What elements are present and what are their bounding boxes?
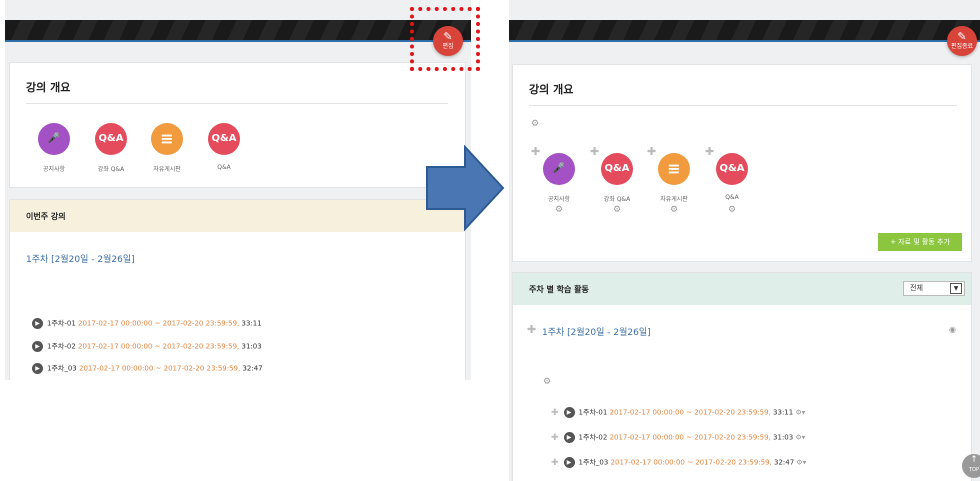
lecture-row[interactable]: ▶ 1주차-01 2017-02-17 00:00:00 ~ 2017-02-20… [32, 318, 262, 329]
transition-arrow-icon [426, 145, 505, 231]
overview-card: 강의 개요 🎤 공지사항 Q&A 강좌 Q&A ≡ 자유게시판 Q&A Q&A [9, 62, 466, 188]
wrench-icon: ✎ [957, 30, 967, 43]
divider [26, 103, 448, 104]
this-week-card: 이번주 강의 1주차 [2월20일 - 2월26일] ▶ 1주차-01 2017-… [9, 199, 466, 380]
move-plus-icon[interactable]: ✚ [551, 458, 559, 468]
arrow-up-icon: ↑ [970, 455, 978, 465]
free-board-list-icon[interactable]: ≡ [658, 153, 690, 185]
this-week-title: 이번주 강의 [26, 212, 66, 221]
play-icon[interactable]: ▶ [32, 363, 43, 374]
edit-done-label: 편집종료 [950, 43, 974, 50]
course-qa-icon[interactable]: Q&A [95, 123, 127, 155]
notice-microphone-icon[interactable]: 🎤 [38, 123, 70, 155]
free-board-list-icon[interactable]: ≡ [151, 123, 183, 155]
before-screen: ✎ 편집 강의 개요 🎤 공지사항 Q&A 강좌 Q&A ≡ 자유게시판 Q&A… [5, 0, 471, 380]
week-filter-select[interactable]: 전체 ▼ [903, 281, 965, 296]
icon-label: Q&A [217, 164, 231, 171]
gear-icon[interactable]: ⚙ [531, 119, 539, 129]
qa-icon[interactable]: Q&A [208, 123, 240, 155]
overview-card: 강의 개요 ⚙ ✚ 🎤 공지사항 ⚙ ✚ Q&A 강좌 Q&A ⚙ ✚ ≡ 자유… [512, 64, 972, 262]
play-icon[interactable]: ▶ [563, 457, 575, 468]
move-plus-icon[interactable]: ✚ [590, 145, 599, 158]
edit-button-highlight [410, 7, 480, 71]
gear-icon[interactable]: ⚙ [613, 205, 621, 215]
eye-icon[interactable]: ◉ [949, 325, 956, 334]
top-bar [509, 20, 980, 42]
gear-icon[interactable]: ⚙ [670, 205, 678, 215]
play-icon[interactable]: ▶ [563, 407, 575, 418]
move-plus-icon[interactable]: ✚ [551, 433, 559, 443]
move-plus-icon[interactable]: ✚ [531, 145, 540, 158]
weekly-activities-card: 주차 별 학습 활동 전체 ▼ ✚ 1주차 [2월20일 - 2월26일] ◉ … [512, 272, 972, 481]
gear-dropdown-icon[interactable]: ⚙▾ [796, 459, 806, 467]
gear-icon[interactable]: ⚙ [555, 205, 563, 215]
move-plus-icon[interactable]: ✚ [551, 408, 559, 418]
gear-dropdown-icon[interactable]: ⚙▾ [795, 434, 805, 442]
move-plus-icon[interactable]: ✚ [527, 323, 536, 336]
chevron-down-icon: ▼ [950, 283, 962, 294]
gear-dropdown-icon[interactable]: ⚙▾ [795, 409, 805, 417]
course-qa-icon[interactable]: Q&A [601, 153, 633, 185]
icon-label: 공지사항 [547, 196, 571, 203]
edit-done-button[interactable]: ✎ 편집종료 [947, 26, 977, 56]
overview-title: 강의 개요 [529, 83, 574, 96]
lecture-row[interactable]: ✚ ▶ 1주차-01 2017-02-17 00:00:00 ~ 2017-02-2… [551, 407, 805, 418]
qa-icon[interactable]: Q&A [716, 153, 748, 185]
play-icon[interactable]: ▶ [32, 341, 43, 352]
gear-icon[interactable]: ⚙ [543, 377, 551, 387]
add-resource-button[interactable]: + 자료 및 활동 추가 [878, 233, 962, 251]
top-bar [5, 20, 471, 42]
weekly-activities-title: 주차 별 학습 활동 [529, 285, 589, 294]
icon-label: 자유게시판 [153, 166, 181, 173]
icon-label: Q&A [725, 194, 739, 201]
after-screen: ✎ 편집종료 강의 개요 ⚙ ✚ 🎤 공지사항 ⚙ ✚ Q&A 강좌 Q&A ⚙… [509, 0, 980, 481]
scroll-top-button[interactable]: ↑ TOP [962, 454, 980, 478]
lecture-row[interactable]: ✚ ▶ 1주차-02 2017-02-17 00:00:00 ~ 2017-02-2… [551, 432, 805, 443]
play-icon[interactable]: ▶ [32, 318, 43, 329]
gear-icon[interactable]: ⚙ [728, 205, 736, 215]
week-link[interactable]: 1주차 [2월20일 - 2월26일] [26, 252, 135, 265]
icon-label: 공지사항 [42, 166, 66, 173]
week-link[interactable]: 1주차 [2월20일 - 2월26일] [542, 325, 651, 338]
lecture-row[interactable]: ▶ 1주차-02 2017-02-17 00:00:00 ~ 2017-02-20… [32, 341, 262, 352]
icon-label: 자유게시판 [660, 196, 688, 203]
top-label: TOP [968, 467, 979, 473]
lecture-row[interactable]: ✚ ▶ 1주차_03 2017-02-17 00:00:00 ~ 2017-02-2… [551, 457, 806, 468]
icon-label: 강좌 Q&A [603, 196, 631, 203]
icon-label: 강좌 Q&A [97, 166, 125, 173]
play-icon[interactable]: ▶ [563, 432, 575, 443]
notice-microphone-icon[interactable]: 🎤 [543, 153, 575, 185]
move-plus-icon[interactable]: ✚ [647, 145, 656, 158]
lecture-row[interactable]: ▶ 1주차_03 2017-02-17 00:00:00 ~ 2017-02-20… [32, 363, 263, 374]
divider [529, 105, 957, 106]
move-plus-icon[interactable]: ✚ [705, 145, 714, 158]
this-week-header [10, 200, 465, 232]
overview-title: 강의 개요 [26, 81, 71, 94]
